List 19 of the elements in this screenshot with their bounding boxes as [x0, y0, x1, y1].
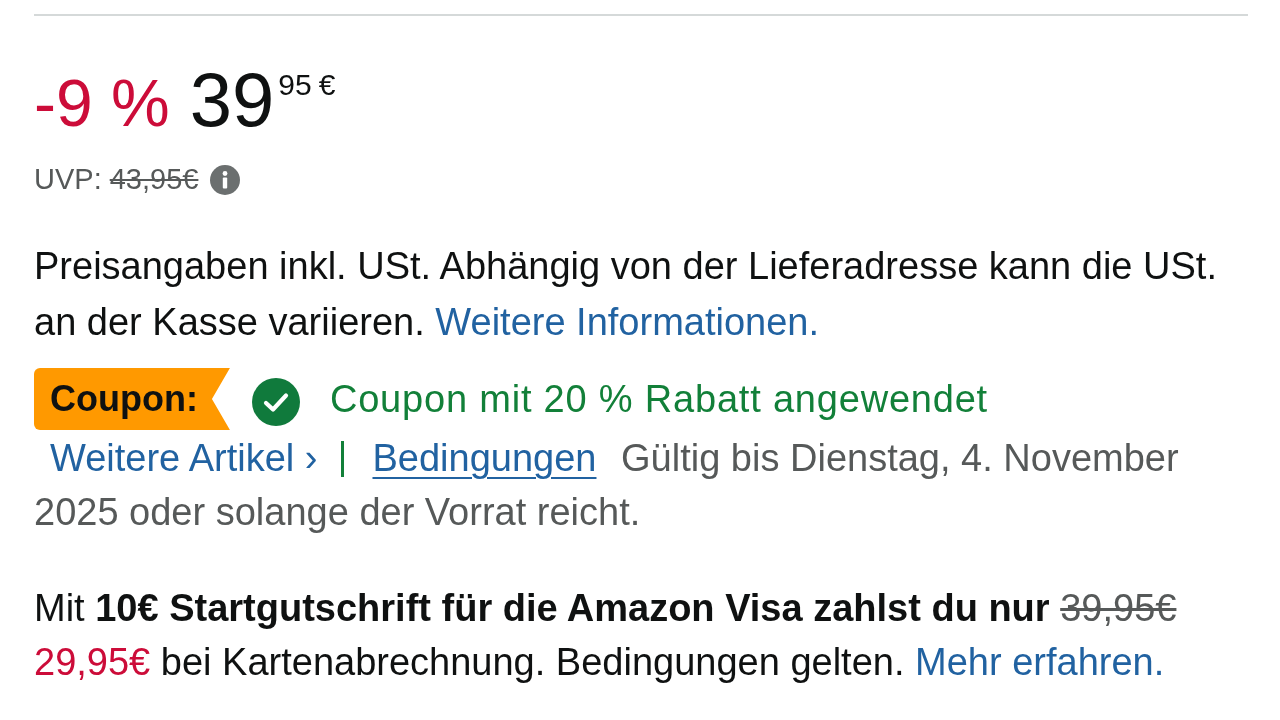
old-price: 39,95€ — [1060, 587, 1177, 629]
coupon-message: Coupon mit 20 % Rabatt angewendet — [329, 377, 988, 421]
list-price-label: UVP: — [34, 163, 102, 196]
list-price: 43,95€ — [109, 163, 199, 196]
discount-percentage: -9 % — [34, 70, 170, 136]
info-icon[interactable] — [210, 164, 241, 195]
currency-symbol: € — [318, 70, 336, 100]
card-offer-note: bei Kartenabrechnung. Bedingungen gelten. — [160, 641, 905, 683]
new-price: 29,95€ — [34, 641, 151, 683]
terms-link[interactable]: Bedingungen — [372, 437, 597, 479]
more-info-link[interactable]: Weitere Informationen. — [435, 301, 820, 343]
coupon-terms-note: Weitere Artikel › Bedingungen Gültig bis Dienstag, 4. November 2025 oder solange der Vorrat reicht. — [34, 436, 1180, 535]
card-offer-text: Mit 10€ Startgutschrift für die Amazon Visa zahlst du nur — [34, 587, 1050, 629]
more-items-link[interactable]: Weitere Artikel › — [50, 437, 318, 479]
price-fraction: 95 — [278, 70, 312, 100]
tax-note: Preisangaben inkl. USt. Abhängig von der Lieferadresse kann die USt. an der Kasse variieren. Weitere Informationen. — [34, 244, 1218, 345]
learn-more-link[interactable]: Mehr erfahren. — [915, 641, 1165, 683]
coupon-badge: Coupon: — [34, 368, 230, 430]
price-whole: 39 — [189, 62, 275, 138]
